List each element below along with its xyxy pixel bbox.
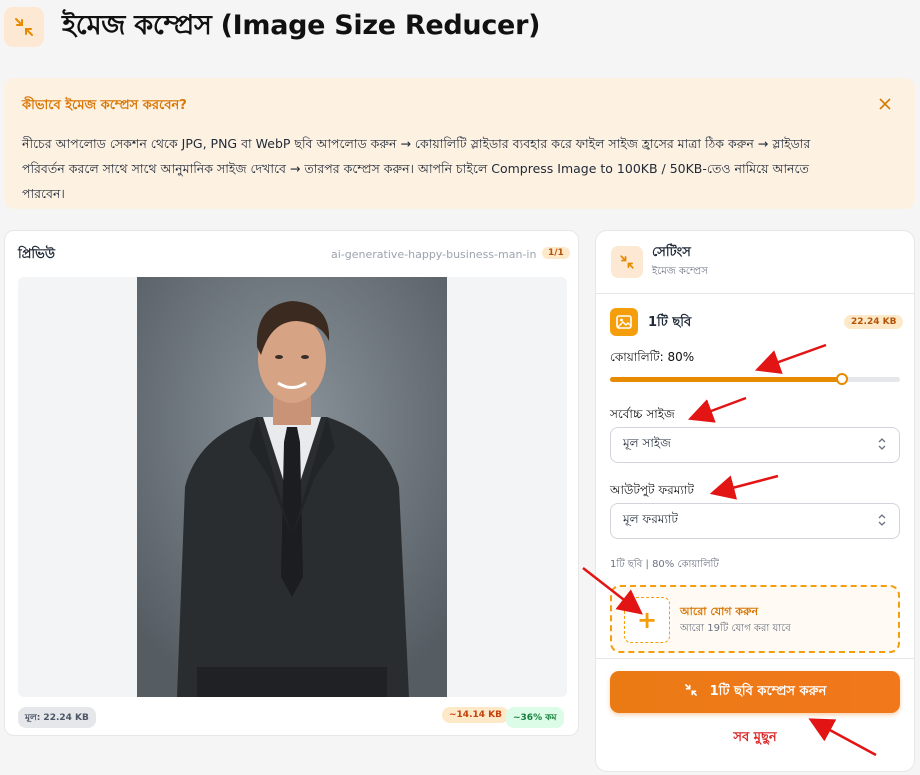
preview-filename: ai-generative-happy-business-man-in... xyxy=(331,248,536,261)
how-to-line: নীচের আপলোড সেকশন থেকে JPG, PNG বা WebP … xyxy=(22,136,811,151)
total-size-badge: 22.24 KB xyxy=(844,315,904,329)
image-count: 1টি ছবি xyxy=(648,315,692,330)
preview-card: প্রিভিউ ai-generative-happy-business-man… xyxy=(4,230,579,736)
compress-icon xyxy=(4,7,44,47)
plus-icon[interactable]: + xyxy=(624,597,670,643)
settings-subtitle: ইমেজ কম্প্রেস xyxy=(652,266,708,277)
divider xyxy=(596,658,914,659)
settings-title: সেটিংস xyxy=(652,245,691,260)
quality-slider-thumb[interactable] xyxy=(836,373,848,385)
estimated-size-badge: ~14.14 KB xyxy=(442,707,509,723)
compress-button-label: 1টি ছবি কম্প্রেস করুন xyxy=(709,683,827,699)
max-size-select[interactable]: মূল সাইজ xyxy=(610,427,900,463)
chevron-updown-icon xyxy=(877,437,887,454)
preview-area xyxy=(18,277,567,697)
how-to-text: নীচের আপলোড সেকশন থেকে JPG, PNG বা WebP … xyxy=(22,131,882,206)
quality-label: কোয়ালিটি: 80% xyxy=(610,350,695,364)
max-size-label: সর্বোচ্চ সাইজ xyxy=(610,407,675,421)
settings-panel: সেটিংস ইমেজ কম্প্রেস 1টি ছবি 22.24 KB কো… xyxy=(595,230,915,772)
format-value: মূল ফরম্যাট xyxy=(623,512,678,526)
image-icon xyxy=(610,308,638,336)
how-to-line: পরিবর্তন করলে সাথে সাথে আনুমানিক সাইজ দে… xyxy=(22,161,809,176)
divider xyxy=(596,293,914,294)
chevron-updown-icon xyxy=(877,513,887,530)
quality-slider-fill xyxy=(610,377,842,382)
preview-title: প্রিভিউ xyxy=(18,247,55,262)
add-more-dropzone[interactable]: + আরো যোগ করুন আরো 19টি যোগ করা যাবে xyxy=(610,585,900,653)
compress-icon xyxy=(611,246,643,278)
add-more-subtitle: আরো 19টি যোগ করা যাবে xyxy=(680,623,791,634)
format-label: আউটপুট ফরম্যাট xyxy=(610,483,694,497)
original-size-badge: মূল: 22.24 KB xyxy=(18,707,96,728)
how-to-line: পারবেন। xyxy=(22,186,65,201)
add-more-title: আরো যোগ করুন xyxy=(680,605,759,618)
preview-image[interactable] xyxy=(137,277,447,697)
image-index-badge: 1/1 xyxy=(542,247,570,259)
max-size-value: মূল সাইজ xyxy=(623,436,671,450)
compress-icon xyxy=(684,683,698,701)
how-to-panel: কীভাবে ইমেজ কম্প্রেস করবেন? নীচের আপলোড … xyxy=(4,78,915,209)
page-header: ইমেজ কম্প্রেস (Image Size Reducer) xyxy=(4,6,540,48)
settings-summary: 1টি ছবি | 80% কোয়ালিটি xyxy=(610,559,719,570)
compress-button[interactable]: 1টি ছবি কম্প্রেস করুন xyxy=(610,671,900,713)
clear-all-button[interactable]: সব মুছুন xyxy=(596,728,914,749)
quality-slider[interactable] xyxy=(610,373,900,385)
format-select[interactable]: মূল ফরম্যাট xyxy=(610,503,900,539)
how-to-title: কীভাবে ইমেজ কম্প্রেস করবেন? xyxy=(22,98,187,113)
close-icon[interactable] xyxy=(875,94,895,114)
reduction-badge: ~36% কম xyxy=(506,707,564,728)
page-title: ইমেজ কম্প্রেস (Image Size Reducer) xyxy=(62,9,541,41)
